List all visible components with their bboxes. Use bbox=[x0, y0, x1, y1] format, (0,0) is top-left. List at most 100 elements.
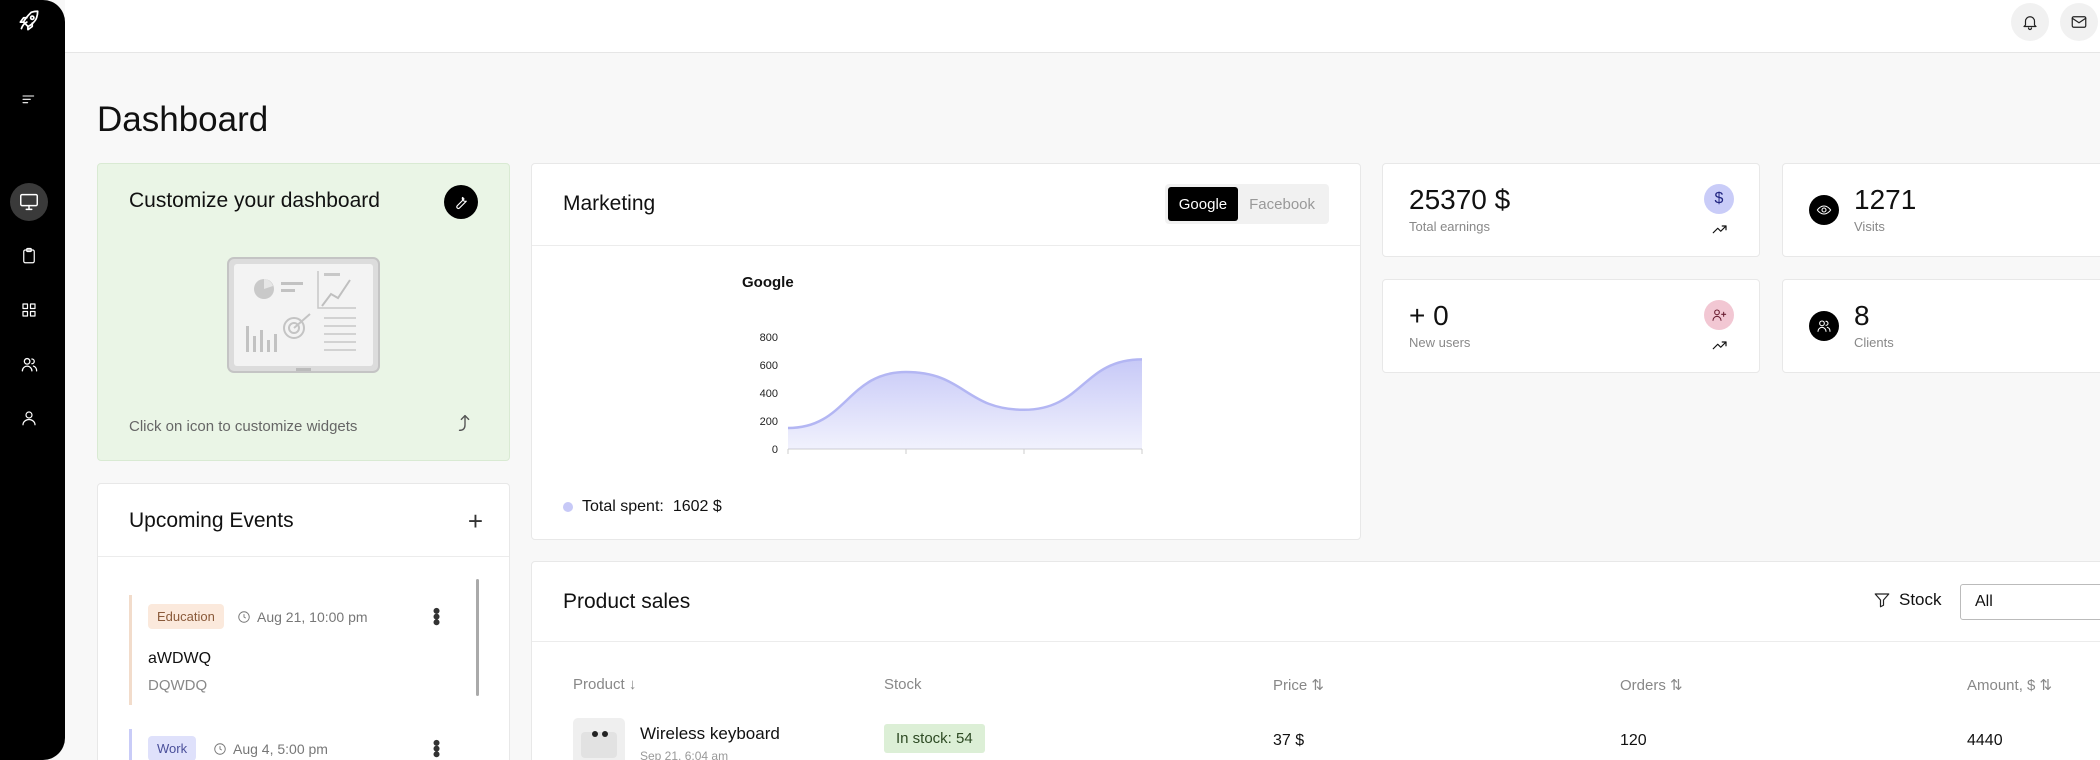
y-tick-label: 200 bbox=[760, 416, 778, 428]
marketing-title: Marketing bbox=[563, 192, 656, 215]
event-item[interactable]: Work Aug 4, 5:00 pm ••• bbox=[129, 729, 455, 760]
dashboard-illustration bbox=[226, 256, 381, 376]
column-header-text: Stock bbox=[884, 676, 922, 693]
event-time: Aug 21, 10:00 pm bbox=[237, 609, 368, 625]
menu-toggle-icon[interactable] bbox=[10, 81, 48, 119]
legend-dot bbox=[563, 502, 573, 512]
y-tick-label: 800 bbox=[760, 332, 778, 344]
stock-filter-label: Stock bbox=[1873, 590, 1942, 610]
monitor-icon[interactable] bbox=[10, 183, 48, 221]
event-tag: Education bbox=[148, 604, 224, 629]
divider bbox=[532, 641, 2100, 642]
trending-up-icon bbox=[1711, 336, 1729, 354]
clients-icon bbox=[1809, 311, 1839, 341]
user-plus-icon bbox=[1704, 300, 1734, 330]
tab-google[interactable]: Google bbox=[1167, 187, 1239, 221]
marketing-source-toggle: Google Facebook bbox=[1164, 184, 1329, 224]
new-users-value: + 0 bbox=[1409, 300, 1449, 331]
column-header-text: Price bbox=[1273, 677, 1308, 694]
clients-label: Clients bbox=[1854, 335, 1894, 350]
column-header-text: Orders bbox=[1620, 677, 1666, 694]
event-accent-bar bbox=[129, 729, 132, 760]
event-description: DQWDQ bbox=[148, 677, 208, 694]
rocket-logo-icon[interactable] bbox=[10, 2, 48, 40]
sidebar bbox=[0, 0, 65, 760]
event-more-icon[interactable]: ••• bbox=[424, 607, 449, 624]
product-price: 37 $ bbox=[1273, 732, 1305, 749]
y-tick-label: 400 bbox=[760, 388, 778, 400]
grid-icon[interactable] bbox=[10, 291, 48, 329]
dollar-symbol: $ bbox=[1714, 190, 1724, 207]
product-amount: 4440 bbox=[1967, 732, 2003, 749]
filter-label-text: Stock bbox=[1899, 590, 1942, 609]
divider bbox=[532, 245, 1360, 246]
eye-icon bbox=[1809, 195, 1839, 225]
legend-value: 1602 $ bbox=[672, 498, 722, 515]
event-tag: Work bbox=[148, 736, 197, 760]
dollar-icon: $ bbox=[1704, 184, 1734, 214]
new-users-label: New users bbox=[1409, 335, 1471, 350]
users-icon[interactable] bbox=[10, 345, 48, 383]
column-header-product[interactable]: Product ↓ bbox=[573, 676, 636, 693]
events-scrollbar[interactable] bbox=[476, 579, 479, 696]
divider bbox=[98, 556, 509, 557]
event-accent-bar bbox=[129, 595, 132, 705]
user-icon[interactable] bbox=[10, 399, 48, 437]
event-more-icon[interactable]: ••• bbox=[424, 739, 449, 756]
event-time-text: Aug 21, 10:00 pm bbox=[257, 609, 368, 625]
column-header-stock[interactable]: Stock bbox=[884, 676, 922, 693]
events-title: Upcoming Events bbox=[129, 509, 294, 532]
clients-card: 8 Clients bbox=[1782, 279, 2100, 373]
trending-up-icon bbox=[1711, 220, 1729, 238]
clipboard-icon[interactable] bbox=[10, 237, 48, 275]
notifications-bell-icon[interactable] bbox=[2011, 3, 2049, 41]
page-title: Dashboard bbox=[97, 100, 269, 139]
legend-label: Total spent: bbox=[582, 498, 664, 515]
select-value: All bbox=[1975, 593, 1993, 610]
filter-icon bbox=[1874, 593, 1890, 608]
stock-filter-select[interactable]: All bbox=[1960, 584, 2100, 620]
wrench-icon[interactable] bbox=[444, 185, 478, 219]
marketing-area-chart: Google0200400600800JulyAugustSeptemberOc… bbox=[742, 274, 1143, 456]
sales-title: Product sales bbox=[563, 590, 691, 613]
customize-dashboard-card: Customize your dashboard Click on icon t… bbox=[97, 163, 510, 461]
messages-mail-icon[interactable] bbox=[2060, 3, 2098, 41]
upcoming-events-card: Upcoming Events + Education Aug 21, 10:0… bbox=[97, 483, 510, 760]
column-header-text: Product bbox=[573, 676, 625, 693]
stock-badge: In stock: 54 bbox=[884, 724, 985, 753]
customize-hint: Click on icon to customize widgets bbox=[129, 418, 358, 435]
chart-legend: Total spent: 1602 $ bbox=[563, 498, 722, 516]
column-header-orders[interactable]: Orders ⇅ bbox=[1620, 676, 1683, 694]
add-event-button[interactable]: + bbox=[468, 506, 483, 537]
chart-title: Google bbox=[742, 274, 794, 291]
clients-value: 8 bbox=[1854, 300, 1870, 331]
earnings-value: 25370 $ bbox=[1409, 184, 1511, 215]
event-time-text: Aug 4, 5:00 pm bbox=[233, 741, 328, 757]
column-header-price[interactable]: Price ⇅ bbox=[1273, 676, 1324, 694]
event-time: Aug 4, 5:00 pm bbox=[213, 741, 328, 757]
product-name: Wireless keyboard bbox=[640, 724, 780, 743]
customize-title: Customize your dashboard bbox=[129, 189, 380, 212]
total-earnings-card: 25370 $ Total earnings $ bbox=[1382, 163, 1760, 257]
tab-facebook[interactable]: Facebook bbox=[1238, 187, 1326, 221]
product-orders: 120 bbox=[1620, 732, 1647, 749]
y-tick-label: 600 bbox=[760, 360, 778, 372]
column-header-amount[interactable]: Amount, $ ⇅ bbox=[1967, 676, 2052, 694]
visits-value: 1271 bbox=[1854, 184, 1917, 215]
y-tick-label: 0 bbox=[772, 444, 778, 456]
table-row[interactable]: Wireless keyboard Sep 21, 6:04 am In sto… bbox=[532, 718, 2100, 760]
visits-label: Visits bbox=[1854, 219, 1885, 234]
clock-icon bbox=[238, 611, 250, 623]
product-sales-card: Product sales Stock All Product ↓ Stock … bbox=[531, 561, 2100, 760]
marketing-card: Marketing Google Facebook Google 0 200 400 6… bbox=[531, 163, 1361, 540]
event-name: aWDWQ bbox=[148, 650, 212, 667]
new-users-card: + 0 New users bbox=[1382, 279, 1760, 373]
visits-card: 1271 Visits bbox=[1782, 163, 2100, 257]
column-header-text: Amount, $ bbox=[1967, 677, 2036, 694]
earnings-label: Total earnings bbox=[1409, 219, 1490, 234]
arrow-up-icon bbox=[454, 412, 476, 434]
clock-icon bbox=[214, 743, 226, 755]
event-item[interactable]: Education Aug 21, 10:00 pm ••• aWDWQ DQW… bbox=[129, 595, 455, 705]
product-date: Sep 21, 6:04 am bbox=[640, 749, 729, 760]
product-thumbnail bbox=[573, 718, 625, 760]
